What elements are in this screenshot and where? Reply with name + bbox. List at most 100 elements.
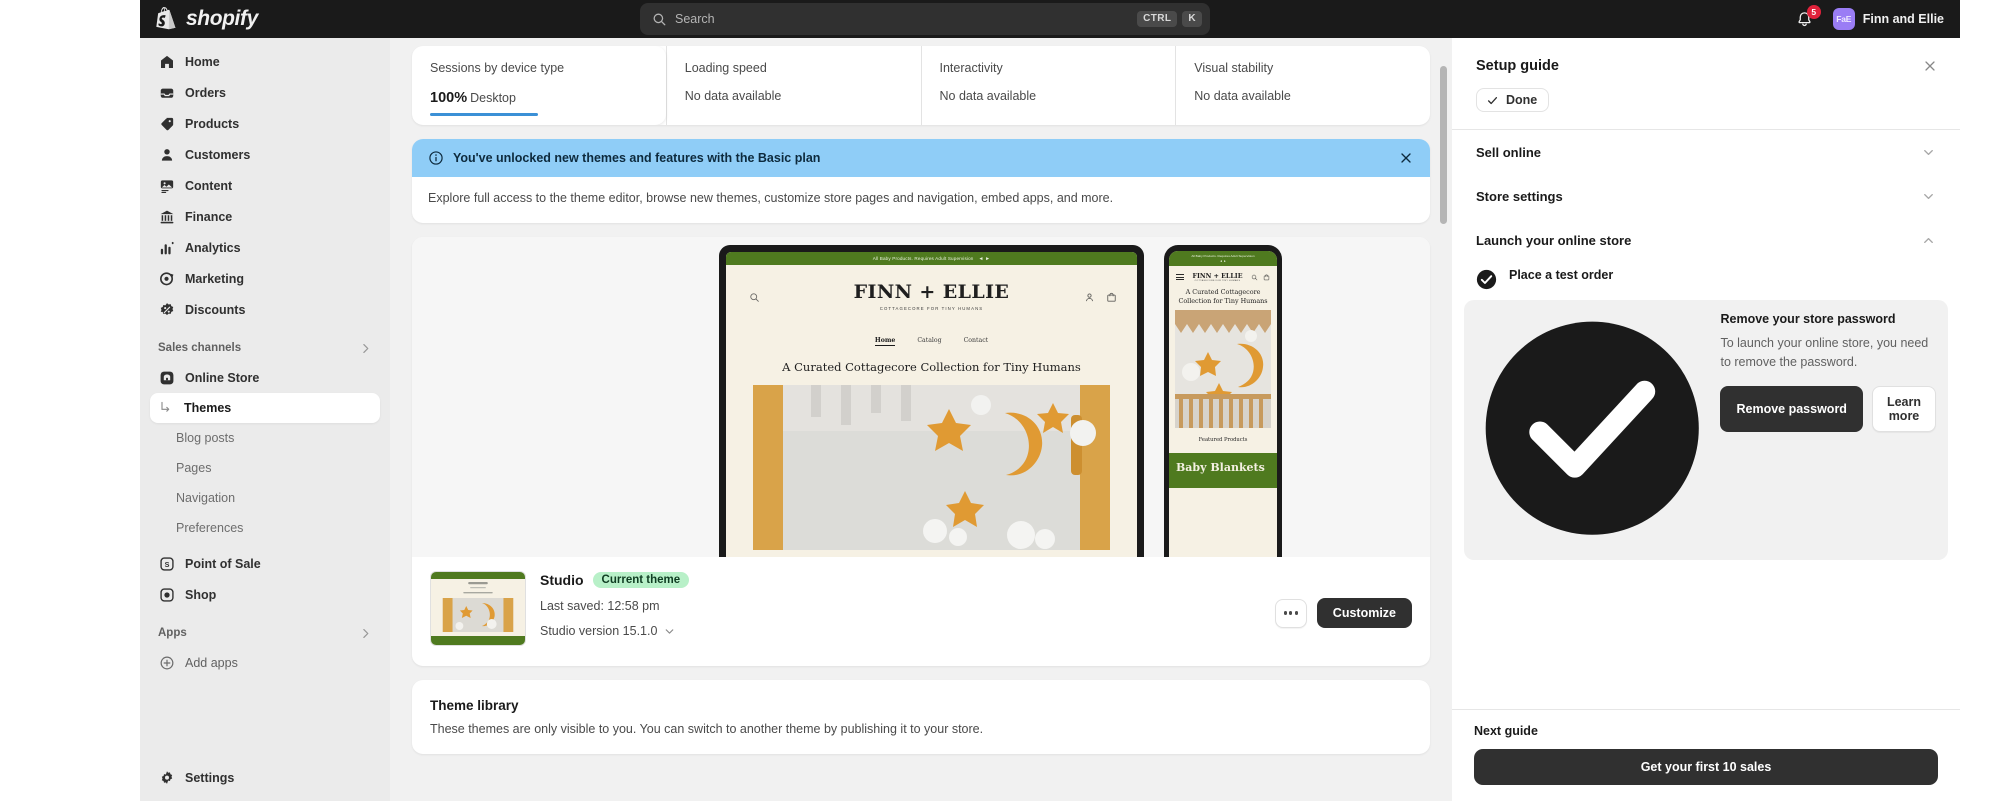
shopify-logo[interactable]: shopify — [140, 7, 450, 31]
more-actions-button[interactable] — [1274, 598, 1307, 628]
desktop-screen: All Baby Products. Requires Adult Superv… — [726, 252, 1137, 557]
metric-card-visual-stability[interactable]: Visual stability No data available — [1175, 46, 1430, 125]
done-filter-chip[interactable]: Done — [1476, 88, 1550, 112]
mobile-collection-title: Baby Blankets — [1176, 461, 1265, 475]
remove-password-button[interactable]: Remove password — [1720, 385, 1863, 432]
sidebar-item-analytics[interactable]: Analytics — [150, 232, 380, 263]
sidebar-item-point-of-sale[interactable]: S Point of Sale — [150, 548, 380, 579]
banner-description: Explore full access to the theme editor,… — [428, 191, 1114, 205]
theme-name: Studio — [540, 572, 584, 588]
setup-guide-title: Setup guide — [1476, 58, 1559, 74]
dot — [1283, 611, 1287, 615]
close-icon[interactable] — [1922, 58, 1938, 74]
sidebar-section-sales-channels[interactable]: Sales channels — [150, 334, 380, 362]
task-description: To launch your online store, you need to… — [1720, 336, 1929, 369]
task-body: Remove your store password To launch you… — [1720, 312, 1936, 544]
desktop-preview[interactable]: All Baby Products. Requires Adult Superv… — [719, 245, 1144, 557]
user-menu-button[interactable]: FaE Finn and Ellie — [1830, 5, 1952, 33]
metric-title: Visual stability — [1194, 61, 1274, 75]
brand-wordmark: shopify — [186, 7, 258, 30]
announcement-arrows: ◄ ► — [978, 255, 991, 262]
next-guide-button[interactable]: Get your first 10 sales — [1474, 749, 1938, 785]
thumb-bottom-band — [431, 636, 525, 645]
close-icon[interactable] — [1398, 150, 1414, 166]
setup-task-place-test-order[interactable]: Place a test order — [1452, 262, 1960, 296]
marketing-icon — [158, 270, 175, 287]
section-label: Store settings — [1476, 188, 1563, 204]
analytics-icon — [158, 239, 175, 256]
sidebar-label: Add apps — [185, 655, 238, 670]
global-search-bar[interactable]: Search CTRL K — [640, 3, 1210, 35]
metric-card-loading-speed[interactable]: Loading speed No data available — [665, 46, 921, 125]
mobile-logo-text: FINN + ELLIE — [1192, 272, 1243, 280]
section-label: Launch your online store — [1476, 232, 1632, 248]
metric-value: 100% — [430, 90, 468, 106]
done-label: Done — [1506, 93, 1538, 107]
sidebar-item-add-apps[interactable]: Add apps — [150, 647, 380, 678]
section-label: Sell online — [1476, 144, 1542, 160]
sidebar-label: Blog posts — [176, 431, 235, 445]
mobile-announcement-arrows: ◄ ► — [1219, 258, 1227, 263]
theme-name-row: Studio Current theme — [540, 572, 1412, 588]
setup-section-sell-online[interactable]: Sell online — [1452, 130, 1960, 174]
kbd-k: K — [1182, 11, 1202, 27]
sidebar-item-blog-posts[interactable]: Blog posts — [150, 423, 380, 453]
plus-circle-icon — [158, 654, 175, 671]
discounts-icon — [158, 301, 175, 318]
sidebar-item-marketing[interactable]: Marketing — [150, 263, 380, 294]
sidebar-label: Pages — [176, 461, 212, 475]
speed-metrics-row: Sessions by device type 100% Desktop Load… — [412, 46, 1430, 125]
metric-value-sub: Desktop — [470, 91, 516, 105]
theme-actions: Customize — [1274, 598, 1412, 628]
check-circle-filled-icon — [1476, 269, 1497, 290]
info-circle-icon — [429, 151, 443, 165]
sidebar-item-online-store[interactable]: Online Store — [150, 362, 380, 393]
theme-library-card: Theme library These themes are only visi… — [412, 680, 1430, 754]
mobile-preview[interactable]: All Baby Products. Requires Adult Superv… — [1164, 245, 1282, 557]
sidebar-item-content[interactable]: Content — [150, 170, 380, 201]
sidebar-label: Marketing — [185, 271, 245, 286]
sidebar-item-customers[interactable]: Customers — [150, 139, 380, 170]
plan-upgrade-banner: You've unlocked new themes and features … — [412, 139, 1430, 223]
sidebar-item-themes[interactable]: Themes — [150, 393, 380, 423]
setup-section-launch-online-store[interactable]: Launch your online store — [1452, 218, 1960, 262]
store-hero-title: A Curated Cottagecore Collection for Tin… — [782, 360, 1081, 374]
notification-badge: 5 — [1806, 5, 1821, 19]
theme-info-row: Studio Current theme Last saved: 12:58 p… — [412, 557, 1430, 666]
top-bar-right: 5 FaE Finn and Ellie — [1794, 0, 1952, 38]
chevron-down-icon — [666, 628, 674, 634]
sidebar-item-shop[interactable]: Shop — [150, 579, 380, 610]
learn-more-button[interactable]: Learn more — [1871, 385, 1936, 432]
sidebar-item-finance[interactable]: Finance — [150, 201, 380, 232]
app-body: Home Orders Products Customers Content F… — [140, 38, 1960, 801]
sidebar-item-navigation[interactable]: Navigation — [150, 483, 380, 513]
sidebar-label: Orders — [185, 85, 226, 100]
gear-icon — [158, 769, 175, 786]
thumb-body — [431, 579, 525, 632]
sidebar-item-products[interactable]: Products — [150, 108, 380, 139]
thumb-top-band — [431, 572, 525, 579]
top-bar: shopify Search CTRL K 5 FaE Finn and Ell… — [140, 0, 1960, 38]
hamburger-icon — [1176, 272, 1184, 282]
metric-value: No data available — [684, 89, 782, 103]
customize-button[interactable]: Customize — [1316, 598, 1412, 628]
metric-card-interactivity[interactable]: Interactivity No data available — [920, 46, 1176, 125]
notifications-button[interactable]: 5 — [1794, 5, 1821, 30]
mobile-search-icon — [1251, 274, 1258, 280]
sidebar-item-home[interactable]: Home — [150, 46, 380, 77]
metric-value: No data available — [939, 89, 1037, 103]
sidebar-item-settings[interactable]: Settings — [150, 762, 380, 793]
setup-section-store-settings[interactable]: Store settings — [1452, 174, 1960, 218]
sidebar-item-discounts[interactable]: Discounts — [150, 294, 380, 325]
metric-title: Interactivity — [939, 61, 1003, 75]
theme-library-title: Theme library — [430, 698, 519, 713]
setup-task-remove-store-password[interactable]: Remove your store password To launch you… — [1464, 300, 1948, 561]
sidebar-item-pages[interactable]: Pages — [150, 453, 380, 483]
main-scrollbar-thumb[interactable] — [1440, 66, 1447, 224]
sidebar-label: Home — [185, 54, 220, 69]
sidebar-item-orders[interactable]: Orders — [150, 77, 380, 108]
sidebar-section-apps[interactable]: Apps — [150, 619, 380, 647]
metric-card-sessions[interactable]: Sessions by device type 100% Desktop — [412, 46, 666, 125]
sidebar-item-preferences[interactable]: Preferences — [150, 513, 380, 543]
point-of-sale-icon: S — [158, 555, 175, 572]
